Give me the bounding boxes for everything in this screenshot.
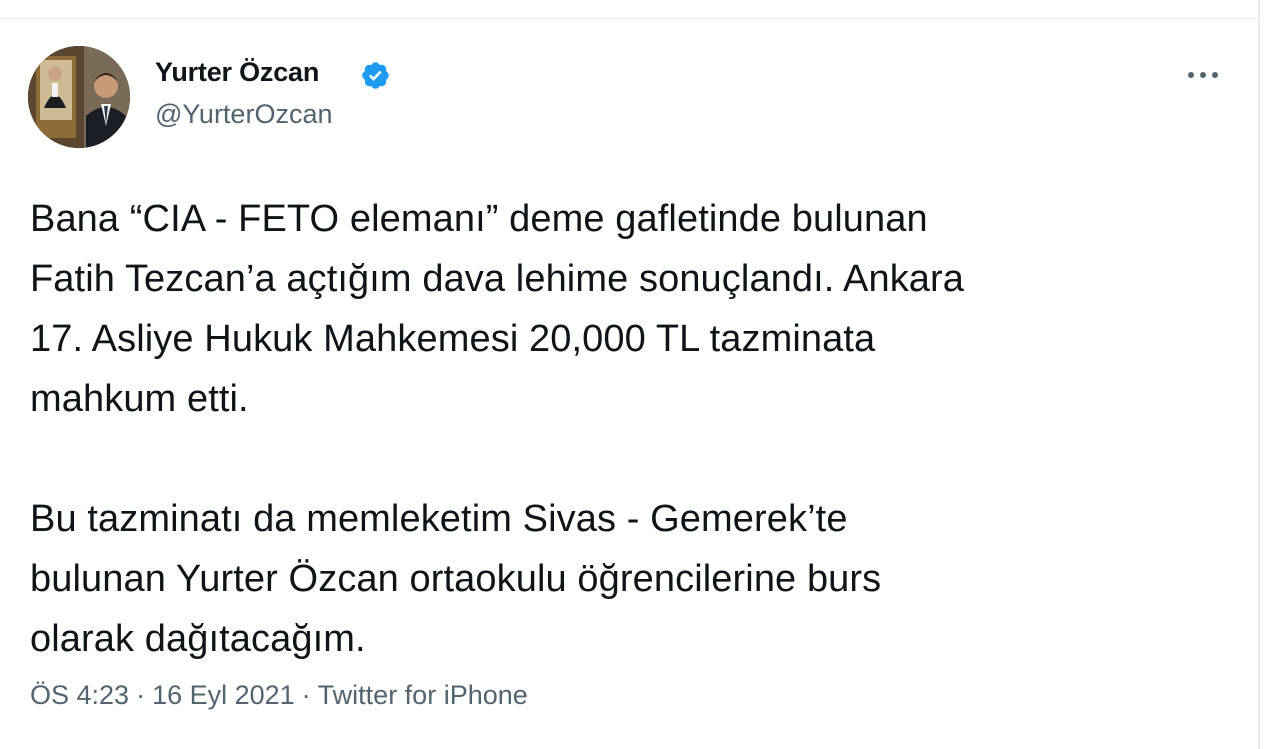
tweet-time-link[interactable]: ÖS 4:23 (30, 680, 129, 710)
tweet-paragraph: Bu tazminatı da memleketim Sivas - Gemer… (30, 498, 882, 660)
verified-badge-icon (362, 62, 389, 89)
author-display-name[interactable]: Yurter Özcan (155, 57, 319, 88)
meta-separator: · (301, 680, 311, 710)
more-options-button[interactable] (1180, 57, 1226, 91)
more-dot-icon (1212, 72, 1218, 78)
right-divider (1258, 0, 1260, 749)
more-dot-icon (1188, 72, 1194, 78)
more-dot-icon (1200, 72, 1206, 78)
tweet-date-link[interactable]: 16 Eyl 2021 (152, 680, 295, 710)
avatar-photo-icon (28, 46, 130, 148)
tweet-page: Yurter Özcan @YurterOzcan Bana “CIA - FE… (0, 0, 1280, 749)
tweet-meta: ÖS 4:23 · 16 Eyl 2021 · Twitter for iPhone (30, 680, 528, 711)
meta-separator: · (136, 680, 146, 710)
tweet-card: Yurter Özcan @YurterOzcan Bana “CIA - FE… (0, 19, 1258, 749)
tweet-paragraph: Bana “CIA - FETO elemanı” deme gafletind… (30, 198, 965, 420)
author-handle[interactable]: @YurterOzcan (155, 99, 332, 130)
author-avatar[interactable] (28, 46, 130, 148)
tweet-source-link[interactable]: Twitter for iPhone (318, 680, 528, 710)
tweet-text: Bana “CIA - FETO elemanı” deme gafletind… (30, 189, 1240, 669)
